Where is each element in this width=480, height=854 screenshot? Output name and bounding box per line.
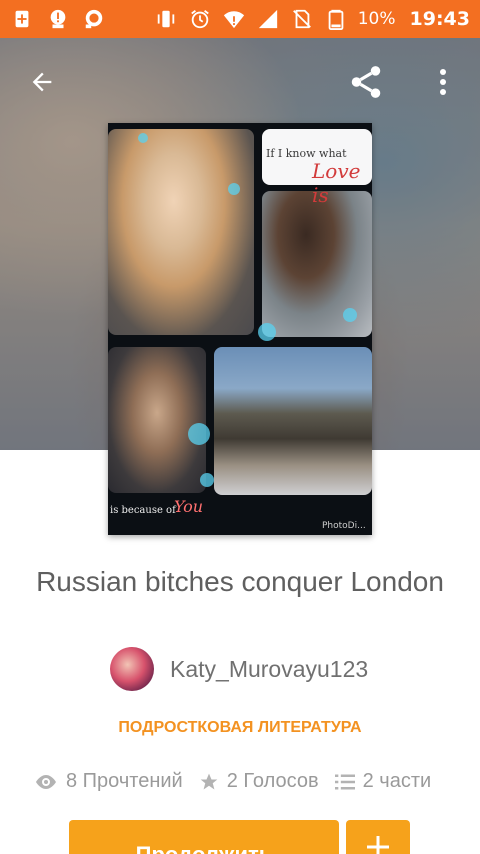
cover-bubble (200, 473, 214, 487)
cover-text-top-big: Love is (312, 159, 361, 207)
battery-icon (324, 7, 348, 31)
wifi-alert-icon (222, 7, 246, 31)
cover-bubble (228, 183, 240, 195)
more-vert-icon (440, 69, 446, 95)
author-row[interactable]: Katy_Murovayu123 (110, 646, 368, 692)
battery-percent: 10% (357, 9, 396, 29)
reads-stat: 8 Прочтений (34, 770, 183, 793)
votes-count: 2 Голосов (226, 770, 319, 792)
reads-count: 8 Прочтений (66, 770, 183, 792)
cover-bubble (343, 308, 357, 322)
chat-icon (82, 7, 106, 31)
parts-stat: 2 части (334, 770, 432, 793)
plus-icon (367, 836, 389, 854)
cover-bubble (138, 133, 148, 143)
star-icon (200, 773, 218, 789)
alarm-icon (188, 7, 212, 31)
share-button[interactable] (344, 62, 388, 102)
more-options-button[interactable] (428, 62, 458, 102)
back-button[interactable] (22, 62, 62, 102)
alert-icon (46, 7, 70, 31)
parts-count: 2 части (362, 770, 432, 792)
share-icon (351, 66, 381, 98)
eye-icon (36, 774, 56, 789)
author-name[interactable]: Katy_Murovayu123 (170, 656, 368, 683)
cover-watermark: PhotoDi... (322, 521, 366, 531)
cover-text-bottom-small: is because of (110, 505, 176, 516)
cover-photo-4 (214, 347, 372, 495)
book-cover[interactable]: If I know what Love is is because of You… (108, 123, 372, 535)
signal-icon (256, 7, 280, 31)
category-link[interactable]: ПОДРОСТКОВАЯ ЛИТЕРАТУРА (0, 719, 480, 737)
cover-photo-1 (108, 129, 254, 335)
add-icon (10, 7, 34, 31)
story-stats: 8 Прочтений 2 Голосов 2 части (34, 770, 447, 793)
avatar[interactable] (110, 647, 154, 691)
no-sim-icon (290, 7, 314, 31)
app-toolbar (0, 38, 480, 122)
status-bar: 10% 19:43 (0, 0, 480, 38)
continue-reading-button[interactable]: Продолжить (69, 820, 339, 854)
back-icon (32, 72, 52, 92)
clock: 19:43 (409, 8, 470, 30)
vibrate-icon (154, 7, 178, 31)
add-to-library-button[interactable] (346, 820, 410, 854)
story-title: Russian bitches conquer London (36, 566, 444, 597)
cover-photo-3 (108, 347, 206, 493)
cover-bubble (258, 323, 276, 341)
votes-stat: 2 Голосов (199, 770, 319, 793)
cover-text-bottom-big: You (174, 497, 204, 516)
cover-bubble (188, 423, 210, 445)
list-icon (334, 774, 355, 789)
